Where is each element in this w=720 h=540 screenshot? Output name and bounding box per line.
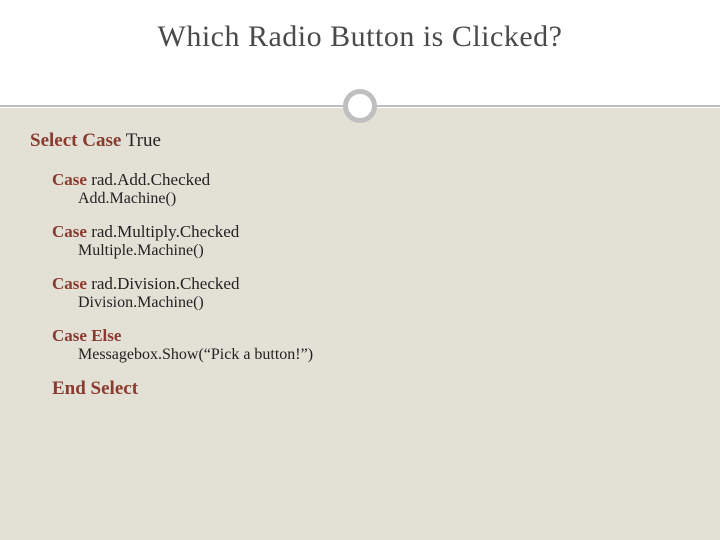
case-line: Case rad.Add.Checked [52,170,690,190]
divider-circle-icon [343,89,377,123]
select-keyword: Select Case [30,130,121,151]
case-body: Add.Machine() [78,190,690,208]
slide: Which Radio Button is Clicked? Select Ca… [0,0,720,540]
case-expression: rad.Division.Checked [91,274,239,293]
case-keyword: Case [52,222,87,241]
footer-strip [0,512,720,540]
case-line: Case rad.Division.Checked [52,274,690,294]
case-else-keyword: Case Else [52,326,121,345]
case-line: Case rad.Multiply.Checked [52,222,690,242]
select-case-line: Select Case True [30,130,690,152]
case-block-0: Case rad.Add.Checked Add.Machine() [30,170,690,208]
case-block-else: Case Else Messagebox.Show(“Pick a button… [30,326,690,364]
content-background: Select Case True Case rad.Add.Checked Ad… [0,108,720,512]
select-expression: True [126,130,161,151]
case-expression: rad.Multiply.Checked [91,222,239,241]
case-expression: rad.Add.Checked [91,170,210,189]
code-content: Select Case True Case rad.Add.Checked Ad… [0,108,720,410]
case-body: Messagebox.Show(“Pick a button!”) [78,346,690,364]
case-else-line: Case Else [52,326,690,346]
slide-title: Which Radio Button is Clicked? [40,20,680,54]
case-body: Division.Machine() [78,294,690,312]
case-block-1: Case rad.Multiply.Checked Multiple.Machi… [30,222,690,260]
case-keyword: Case [52,274,87,293]
case-body: Multiple.Machine() [78,242,690,260]
end-select-keyword: End Select [52,378,138,399]
end-select-line: End Select [52,378,690,400]
case-keyword: Case [52,170,87,189]
case-block-2: Case rad.Division.Checked Division.Machi… [30,274,690,312]
